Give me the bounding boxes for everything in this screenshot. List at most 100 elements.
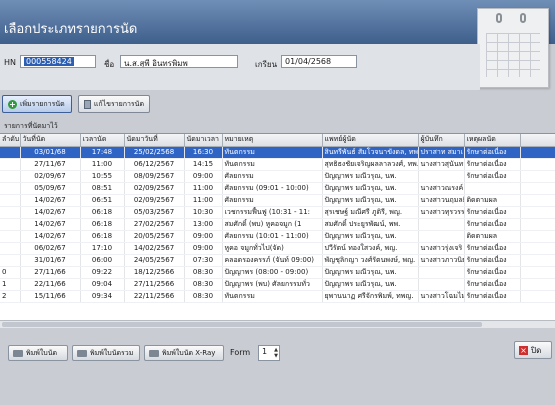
- cell-appt-date: 02/09/67: [20, 170, 81, 183]
- print-appointment-label: พิมพ์ใบนัด: [26, 348, 58, 357]
- cell-appt-time: 06:00: [80, 254, 125, 267]
- table-row[interactable]: 14/02/67 06:51 02/09/2567 11:00 ศัลยกรรม ปัญญ…: [0, 194, 555, 207]
- horizontal-scrollbar[interactable]: [0, 320, 555, 328]
- cell-reason: รักษาต่อเนื่อง: [464, 278, 521, 291]
- close-button[interactable]: × ปิด: [514, 341, 552, 359]
- cell-note: คลอดรองครรภ์ (จันท์ 09:00): [222, 254, 323, 267]
- cell-appt-time: 06:18: [80, 206, 125, 219]
- cell-appt-date: 05/09/67: [20, 182, 81, 195]
- col-header-index[interactable]: ลำดับ: [0, 134, 21, 147]
- add-appointment-button[interactable]: + เพิ่มรายการนัด: [2, 95, 72, 113]
- print-xray-label: พิมพ์ใบนัด X-Ray: [162, 348, 216, 357]
- edit-appointment-button[interactable]: แก้ไขรายการนัด: [78, 95, 150, 113]
- hn-field[interactable]: 000558424: [20, 55, 96, 68]
- cell-index: [0, 206, 21, 219]
- name-field[interactable]: น.ส.สุพี อินทรพิมพ: [120, 55, 238, 68]
- print-xray-button[interactable]: พิมพ์ใบนัด X-Ray: [144, 345, 224, 361]
- cell-visit-date: 06/12/2567: [124, 158, 185, 171]
- cell-recorder: นางสาวทุรวรรณ: [418, 206, 465, 219]
- cell-visit-time: 14:15: [184, 158, 223, 171]
- table-row[interactable]: 2 15/11/66 09:34 22/11/2566 08:30 ทันตกรรม ยุพ…: [0, 290, 555, 303]
- cell-note: เวชกรรมฟื้นฟู (10:31 - 11:: [222, 206, 323, 219]
- print-appointment-button[interactable]: พิมพ์ใบนัด: [8, 345, 68, 361]
- cell-reason: รักษาต่อเนื่อง: [464, 206, 521, 219]
- scrollbar-thumb[interactable]: [2, 322, 482, 327]
- col-header-visit-date[interactable]: นัดมาวันที่: [124, 134, 185, 147]
- stepper-arrows-icon[interactable]: ▲ ▼: [274, 347, 278, 359]
- cell-visit-time: 11:00: [184, 182, 223, 195]
- cell-visit-time: 09:00: [184, 230, 223, 243]
- cell-extra: [520, 182, 555, 195]
- printer-icon: [13, 349, 23, 357]
- cell-visit-time: 16:30: [184, 146, 223, 159]
- table-row[interactable]: 06/02/67 17:10 14/02/2567 09:00 หูคอ จมูกทั่…: [0, 242, 555, 255]
- form-stepper[interactable]: 1 ▲ ▼: [258, 345, 280, 361]
- cell-extra: [520, 158, 555, 171]
- cell-appt-date: 27/11/67: [20, 158, 81, 171]
- table-row[interactable]: 14/02/67 06:18 20/05/2567 09:00 ศัลยกรรม (10…: [0, 230, 555, 243]
- table-row[interactable]: 1 22/11/66 09:04 27/11/2566 08:30 ปัญญาพร (พบ…: [0, 278, 555, 291]
- table-row[interactable]: 02/09/67 10:55 08/09/2567 09:00 ศัลยกรรม ปัญญ…: [0, 170, 555, 183]
- cell-doctor: ปวีรัตน์ ทองใสวงค์, พญ.: [322, 242, 419, 255]
- cell-recorder: [418, 266, 465, 279]
- col-header-appt-time[interactable]: เวลานัด: [80, 134, 125, 147]
- cell-doctor: สินทรีพันธ์ สัมโวจนาขังดล, ทพ.: [322, 146, 419, 159]
- col-header-reason[interactable]: เหตุผลนัด: [464, 134, 521, 147]
- bottom-toolbar: พิมพ์ใบนัด พิมพ์ใบนัดรวม พิมพ์ใบนัด X-Ra…: [0, 330, 555, 405]
- cell-reason: [464, 182, 521, 195]
- cell-visit-date: 24/05/2567: [124, 254, 185, 267]
- cell-doctor: พัญชุลิกญา วงศ์รัตนพงษ์, พญ.: [322, 254, 419, 267]
- window-titlebar: เลือกประเภทรายการนัด: [0, 0, 555, 44]
- cell-extra: [520, 266, 555, 279]
- cell-index: [0, 218, 21, 231]
- cell-recorder: นางสาวนฤมลยิ: [418, 194, 465, 207]
- cell-reason: รักษาต่อเนื่อง: [464, 242, 521, 255]
- cell-reason: รักษาต่อเนื่อง: [464, 146, 521, 159]
- cell-note: ปัญญาพร (พบ) ศัลยกรรมทั่ว: [222, 278, 323, 291]
- cell-index: [0, 194, 21, 207]
- cell-appt-time: 06:51: [80, 194, 125, 207]
- cell-visit-date: 02/09/2567: [124, 182, 185, 195]
- window-title: เลือกประเภทรายการนัด: [4, 22, 138, 37]
- table-row[interactable]: 14/02/67 06:18 05/03/2567 10:30 เวชกรรมฟื้นฟ…: [0, 206, 555, 219]
- cell-index: 2: [0, 290, 21, 303]
- cell-doctor: สุรเชษฐ์ มณีศรี ภูติรี, พญ.: [322, 206, 419, 219]
- col-header-note[interactable]: หมายเหตุ: [222, 134, 323, 147]
- cell-appt-date: 06/02/67: [20, 242, 81, 255]
- cell-extra: [520, 254, 555, 267]
- col-header-doctor[interactable]: แพทย์ผู้นัด: [322, 134, 419, 147]
- col-header-extra[interactable]: [520, 134, 555, 147]
- col-header-appt-date[interactable]: วันที่นัด: [20, 134, 81, 147]
- hn-value: 000558424: [24, 57, 74, 66]
- table-row[interactable]: 05/09/67 08:51 02/09/2567 11:00 ศัลยกรรม (09…: [0, 182, 555, 195]
- table-row[interactable]: 03/01/68 17:48 25/02/2568 16:30 ทันตกรรม สินท…: [0, 146, 555, 159]
- cell-reason: รักษาต่อเนื่อง: [464, 266, 521, 279]
- cell-note: หูคอ จมูกทั่วไป(จัด): [222, 242, 323, 255]
- cell-reason: รักษาต่อเนื่อง: [464, 290, 521, 303]
- cell-index: [0, 170, 21, 183]
- col-header-recorder[interactable]: ผู้บันทึก: [418, 134, 465, 147]
- cell-index: [0, 254, 21, 267]
- col-header-visit-time[interactable]: นัดมาเวลา: [184, 134, 223, 147]
- cell-doctor: ปัญญาพร มณีวรุณ, นพ.: [322, 278, 419, 291]
- cell-appt-time: 08:51: [80, 182, 125, 195]
- edit-icon: [84, 99, 91, 109]
- table-row[interactable]: 0 27/11/66 09:22 18/12/2566 08:30 ปัญญาพร (08…: [0, 266, 555, 279]
- cell-extra: [520, 218, 555, 231]
- cell-reason: รักษาต่อเนื่อง: [464, 170, 521, 183]
- table-row[interactable]: 14/02/67 06:18 27/02/2567 13:00 สมศักดิ์ (พบ…: [0, 218, 555, 231]
- date-field[interactable]: 01/04/2568: [281, 55, 357, 68]
- table-row[interactable]: 31/01/67 06:00 24/05/2567 07:30 คลอดรองครรภ์…: [0, 254, 555, 267]
- cell-visit-date: 08/09/2567: [124, 170, 185, 183]
- close-icon: ×: [519, 345, 528, 355]
- print-summary-button[interactable]: พิมพ์ใบนัดรวม: [72, 345, 140, 361]
- cell-visit-time: 08:30: [184, 266, 223, 279]
- cell-appt-date: 27/11/66: [20, 266, 81, 279]
- cell-recorder: [418, 170, 465, 183]
- cell-appt-date: 14/02/67: [20, 218, 81, 231]
- cell-recorder: [418, 230, 465, 243]
- cell-visit-time: 08:30: [184, 278, 223, 291]
- cell-recorder: [418, 278, 465, 291]
- cell-note: ปัญญาพร (08:00 - 09:00): [222, 266, 323, 279]
- table-row[interactable]: 27/11/67 11:00 06/12/2567 14:15 ทันตกรรม สุทธ…: [0, 158, 555, 171]
